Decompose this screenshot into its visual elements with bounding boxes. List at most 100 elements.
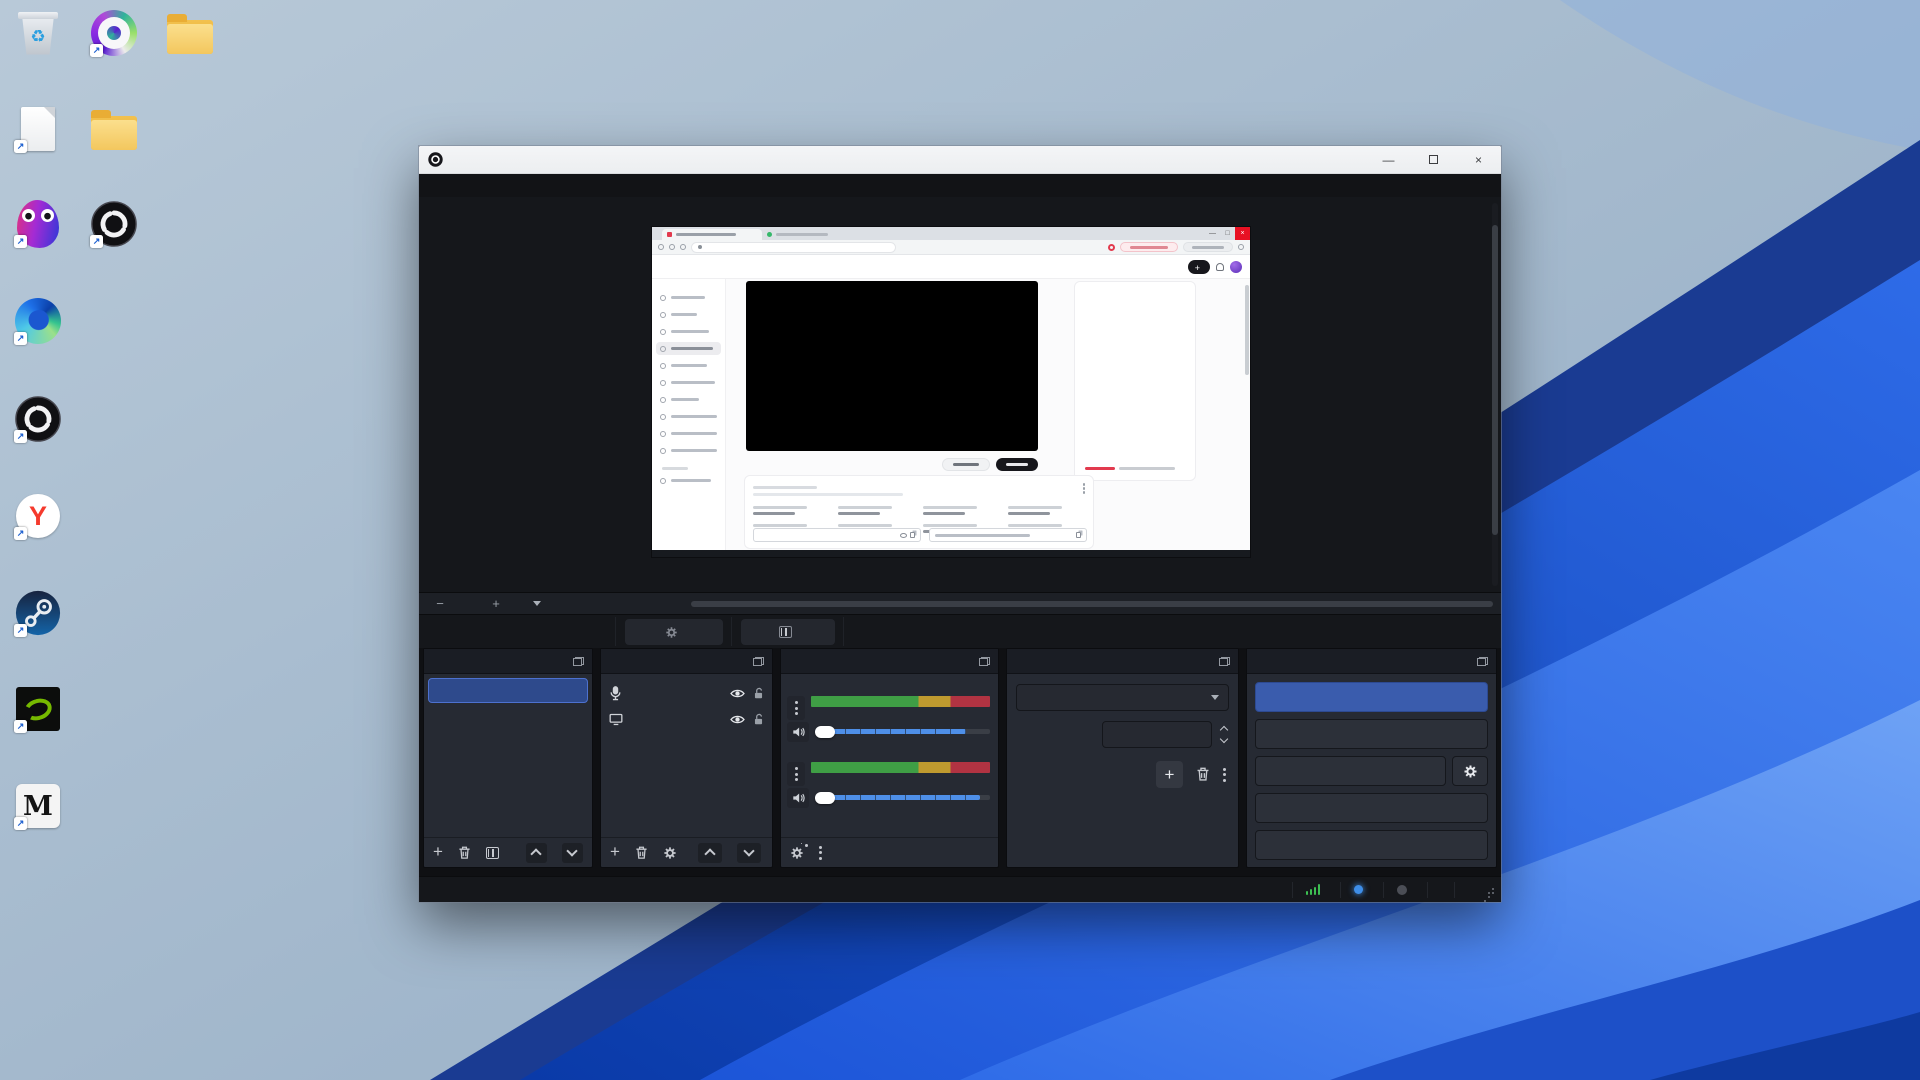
start-recording-button[interactable] [1255,719,1488,749]
scene-list-item[interactable] [428,678,588,703]
volume-slider-handle[interactable] [815,726,835,738]
popout-icon[interactable] [1219,657,1230,666]
upload-button [1188,260,1210,274]
captured-browser-addressbar [652,240,1250,255]
desktop-icon-minecraft[interactable] [0,104,76,157]
resize-grip[interactable] [1485,885,1495,895]
source-row-screen-capture[interactable] [601,706,772,732]
kebab-icon [1083,483,1086,486]
start-virtual-camera-button[interactable] [1255,756,1446,786]
captured-browser-tabstrip: —□× [652,227,1250,240]
desktop-icon-games-folder[interactable] [76,104,152,157]
source-properties-button[interactable] [663,846,677,860]
remove-scene-button[interactable] [458,846,471,860]
scenes-header[interactable] [424,649,592,674]
add-scene-button[interactable]: + [433,843,443,860]
mute-button[interactable] [787,722,809,742]
source-row-audio-input[interactable] [601,680,772,706]
volume-slider[interactable] [815,795,990,800]
browser-tab [762,229,850,240]
gear-icon [665,626,678,639]
preview-horizontal-scrollbar[interactable] [691,601,1493,607]
popout-icon[interactable] [573,657,584,666]
profile-pill [1183,242,1233,252]
desktop-icon-totally-accurate[interactable] [0,199,76,252]
preview-vertical-scrollbar[interactable] [1492,203,1498,586]
windows-desktop: ♻ [0,0,1920,1080]
preview-canvas[interactable]: —□× [419,197,1501,592]
mute-button[interactable] [787,788,809,808]
desktop-icon-yandex[interactable] [0,491,76,544]
transition-menu-button[interactable] [1223,768,1226,782]
advanced-audio-button[interactable] [790,846,804,860]
unlock-icon[interactable] [753,687,764,700]
desktop-icon-obs-studio-2[interactable] [0,394,76,447]
controls-header[interactable] [1247,649,1496,674]
desktop-icon-metro-exodus[interactable] [0,781,76,834]
filters-button[interactable] [741,619,835,645]
transitions-header[interactable] [1007,649,1238,674]
scenes-panel: + [423,648,593,868]
folder-icon [165,8,215,58]
scenes-toolbar: + [424,837,592,867]
move-source-down-button[interactable] [737,843,761,863]
move-source-up-button[interactable] [698,843,722,863]
remove-transition-button[interactable] [1196,767,1210,782]
desktop-icon-steam[interactable] [0,588,76,641]
properties-button[interactable] [625,619,723,645]
zoom-in-button[interactable]: + [487,596,505,611]
shortcut-arrow-icon [14,720,27,733]
url-field [691,242,896,253]
spin-up-icon[interactable] [1220,726,1228,734]
desktop-icon-recycle-bin[interactable]: ♻ [0,8,76,61]
volume-slider[interactable] [815,729,990,734]
desktop-icon-microsoft-edge[interactable] [0,296,76,349]
virtual-camera-settings-button[interactable] [1452,756,1488,786]
maximize-button[interactable] [1411,146,1456,173]
mixer-toolbar [781,837,998,867]
minimize-button[interactable]: — [1366,146,1411,173]
mixer-header[interactable] [781,649,998,674]
volume-slider-handle[interactable] [815,792,835,804]
recycle-bin-icon: ♻ [13,8,63,58]
zoom-out-button[interactable]: − [431,596,449,611]
shortcut-arrow-icon [14,140,27,153]
mixer-channel-menu-button[interactable] [787,762,805,786]
settings-button[interactable] [1255,830,1488,860]
mixer-menu-button[interactable] [819,846,822,860]
stop-streaming-button[interactable] [1255,682,1488,712]
remove-source-button[interactable] [635,846,648,860]
favicon [767,232,772,237]
desktop-icon-assassins-creed[interactable] [152,8,228,61]
popout-icon[interactable] [1477,657,1488,666]
desktop-icon-obs-studio[interactable] [76,199,152,252]
spin-down-icon[interactable] [1220,735,1228,743]
mixer-channel-menu-button[interactable] [787,696,805,720]
eye-icon[interactable] [730,688,745,699]
sources-header[interactable] [601,649,772,674]
signal-bars-icon [1306,884,1321,895]
close-button[interactable]: × [1456,146,1501,173]
shortcut-arrow-icon [90,44,103,57]
studio-mode-button[interactable] [1255,793,1488,823]
chevron-down-icon[interactable] [533,601,541,606]
addressbar-extensions [1108,242,1244,252]
duration-spin-arrows[interactable] [1216,721,1232,748]
eye-icon[interactable] [730,714,745,725]
move-scene-up-button[interactable] [526,843,547,863]
duration-spinbox[interactable] [1102,721,1212,748]
scene-filters-button[interactable] [486,847,499,859]
desktop-icon-nvidia-app[interactable] [0,684,76,737]
popout-icon[interactable] [979,657,990,666]
transition-select[interactable] [1016,684,1229,711]
favicon [667,232,672,237]
microphone-icon [609,686,622,701]
desktop-icon-ubisoft-connect[interactable] [76,8,152,61]
obs-titlebar[interactable]: — × [419,146,1501,174]
move-scene-down-button[interactable] [562,843,583,863]
add-source-button[interactable]: + [610,843,620,860]
add-transition-button[interactable]: + [1156,761,1183,788]
cpu-status [1427,882,1454,898]
unlock-icon[interactable] [753,713,764,726]
popout-icon[interactable] [753,657,764,666]
